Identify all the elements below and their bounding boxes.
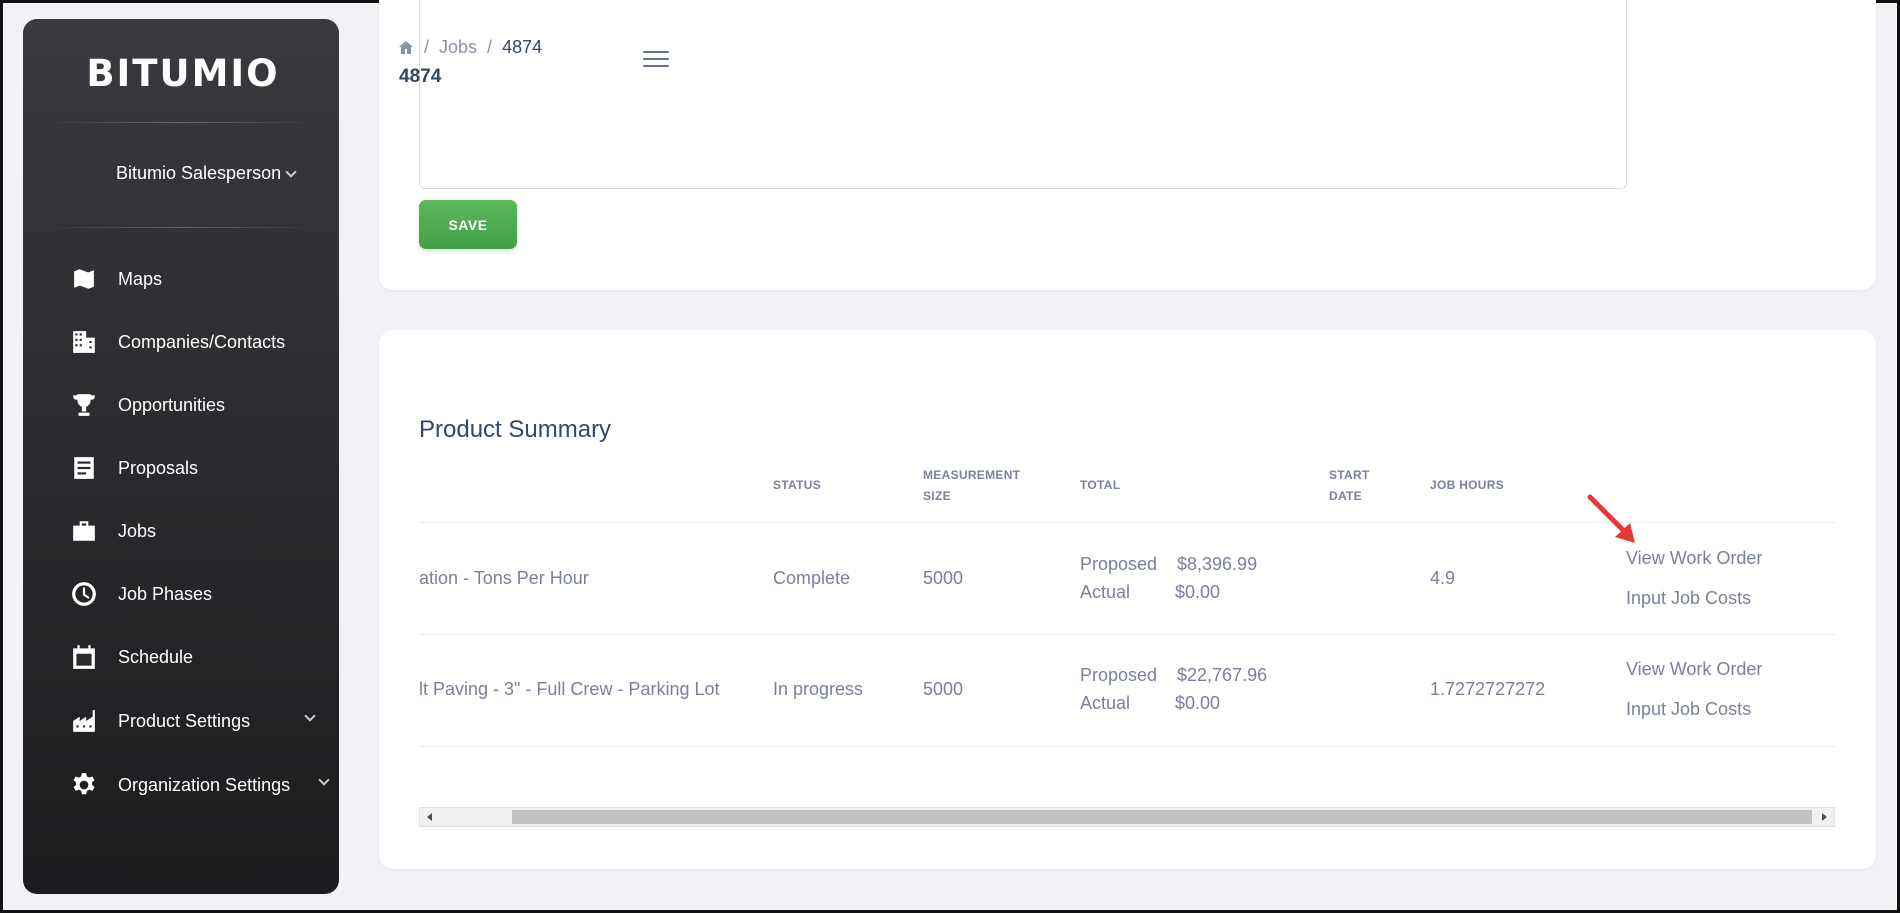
- proposed-label: Proposed: [1080, 665, 1158, 685]
- trophy-icon: [70, 391, 98, 419]
- sidebar-item-job-phases[interactable]: Job Phases: [70, 574, 330, 614]
- chevron-down-icon: [304, 710, 316, 722]
- sidebar-item-schedule[interactable]: Schedule: [70, 637, 330, 677]
- sidebar-item-label: Job Phases: [118, 583, 213, 604]
- sidebar-item-jobs[interactable]: Jobs: [70, 511, 330, 551]
- sidebar-item-label: Maps: [118, 268, 163, 289]
- sidebar-item-label: Schedule: [118, 646, 194, 667]
- actual-label: Actual: [1080, 693, 1131, 713]
- column-header-total: TOTAL: [1080, 478, 1121, 492]
- home-icon[interactable]: [398, 40, 414, 55]
- building-icon: [70, 328, 98, 356]
- sidebar-item-organization-settings[interactable]: Organization Settings: [70, 765, 330, 805]
- table-cell-product: ation - Tons Per Hour: [419, 568, 749, 589]
- table-cell-status: In progress: [773, 679, 864, 699]
- sidebar-item-maps[interactable]: Maps: [70, 259, 330, 299]
- actual-value: $0.00: [1175, 693, 1221, 713]
- chevron-down-icon: [318, 774, 330, 786]
- table-cell-total: Proposed $8,396.99 Actual $0.00: [1080, 550, 1257, 606]
- document-icon: [70, 454, 98, 482]
- view-work-order-link[interactable]: View Work Order: [1626, 659, 1762, 680]
- sidebar-item-label: Opportunities: [118, 394, 226, 415]
- product-name: lt Paving - 3" - Full Crew - Parking Lot: [419, 679, 720, 699]
- table-divider: [419, 746, 1835, 747]
- sidebar: BITUMIO Bitumio Salesperson Maps Compani…: [23, 19, 339, 894]
- scroll-right-arrow-icon[interactable]: [1822, 813, 1827, 821]
- breadcrumb-separator: /: [424, 37, 430, 57]
- sidebar-item-label: Product Settings: [118, 710, 251, 731]
- column-header-start-date: START DATE: [1329, 465, 1370, 507]
- table-cell-measurement: 5000: [923, 679, 964, 699]
- column-header-measurement-line2: SIZE: [923, 489, 951, 503]
- briefcase-icon: [70, 517, 98, 545]
- table-divider: [419, 634, 1835, 635]
- breadcrumb-separator: /: [487, 37, 493, 57]
- table-cell-product: lt Paving - 3" - Full Crew - Parking Lot: [419, 679, 749, 700]
- product-name: ation - Tons Per Hour: [419, 568, 589, 588]
- sidebar-item-companies[interactable]: Companies/Contacts: [70, 322, 330, 362]
- sidebar-item-label: Jobs: [118, 520, 157, 541]
- sidebar-divider: [41, 122, 321, 123]
- table-cell-total: Proposed $22,767.96 Actual $0.00: [1080, 661, 1267, 717]
- proposed-value: $22,767.96: [1177, 665, 1268, 685]
- factory-icon: [70, 707, 98, 735]
- map-icon: [70, 265, 98, 293]
- column-header-start-line1: START: [1329, 468, 1370, 482]
- column-header-status: STATUS: [773, 478, 822, 492]
- save-button[interactable]: SAVE: [419, 200, 517, 249]
- table-cell-measurement: 5000: [923, 568, 964, 588]
- column-header-start-line2: DATE: [1329, 489, 1362, 503]
- product-summary-title: Product Summary: [419, 416, 612, 443]
- calendar-icon: [70, 643, 98, 671]
- column-header-measurement: MEASUREMENT SIZE: [923, 465, 1020, 507]
- input-job-costs-link[interactable]: Input Job Costs: [1626, 699, 1751, 720]
- user-menu[interactable]: Bitumio Salesperson: [116, 163, 297, 184]
- gear-icon: [70, 771, 98, 799]
- sidebar-item-label: Proposals: [118, 457, 199, 478]
- page-title: 4874: [399, 66, 442, 87]
- table-cell-job-hours: 1.7272727272: [1430, 679, 1546, 699]
- scrollbar-thumb[interactable]: [512, 810, 1812, 824]
- chevron-down-icon: [285, 165, 297, 178]
- notes-textarea[interactable]: [419, 0, 1627, 189]
- horizontal-scrollbar[interactable]: [419, 807, 1835, 827]
- input-job-costs-link[interactable]: Input Job Costs: [1626, 588, 1751, 609]
- table-cell-status: Complete: [773, 568, 851, 588]
- breadcrumb-jobs[interactable]: Jobs: [439, 37, 477, 58]
- view-work-order-link[interactable]: View Work Order: [1626, 548, 1762, 569]
- proposed-value: $8,396.99: [1177, 554, 1258, 574]
- column-header-job-hours: JOB HOURS: [1430, 478, 1505, 492]
- actual-value: $0.00: [1175, 582, 1221, 602]
- sidebar-item-proposals[interactable]: Proposals: [70, 448, 330, 488]
- sidebar-item-label: Organization Settings: [118, 774, 291, 795]
- red-arrow-annotation-icon: [1587, 494, 1635, 543]
- table-cell-job-hours: 4.9: [1430, 568, 1456, 588]
- hamburger-menu-icon[interactable]: [643, 51, 669, 69]
- scroll-left-arrow-icon[interactable]: [427, 813, 432, 821]
- actual-label: Actual: [1080, 582, 1131, 602]
- clock-icon: [70, 580, 98, 608]
- column-header-measurement-line1: MEASUREMENT: [923, 468, 1021, 482]
- sidebar-item-opportunities[interactable]: Opportunities: [70, 385, 330, 425]
- breadcrumb: / Jobs / 4874: [398, 37, 542, 58]
- sidebar-item-label: Companies/Contacts: [118, 331, 286, 352]
- app-logo[interactable]: BITUMIO: [73, 49, 293, 97]
- sidebar-item-product-settings[interactable]: Product Settings: [70, 701, 330, 741]
- proposed-label: Proposed: [1080, 554, 1158, 574]
- breadcrumb-current: 4874: [502, 37, 543, 57]
- user-name: Bitumio Salesperson: [116, 163, 282, 183]
- sidebar-divider: [41, 227, 321, 228]
